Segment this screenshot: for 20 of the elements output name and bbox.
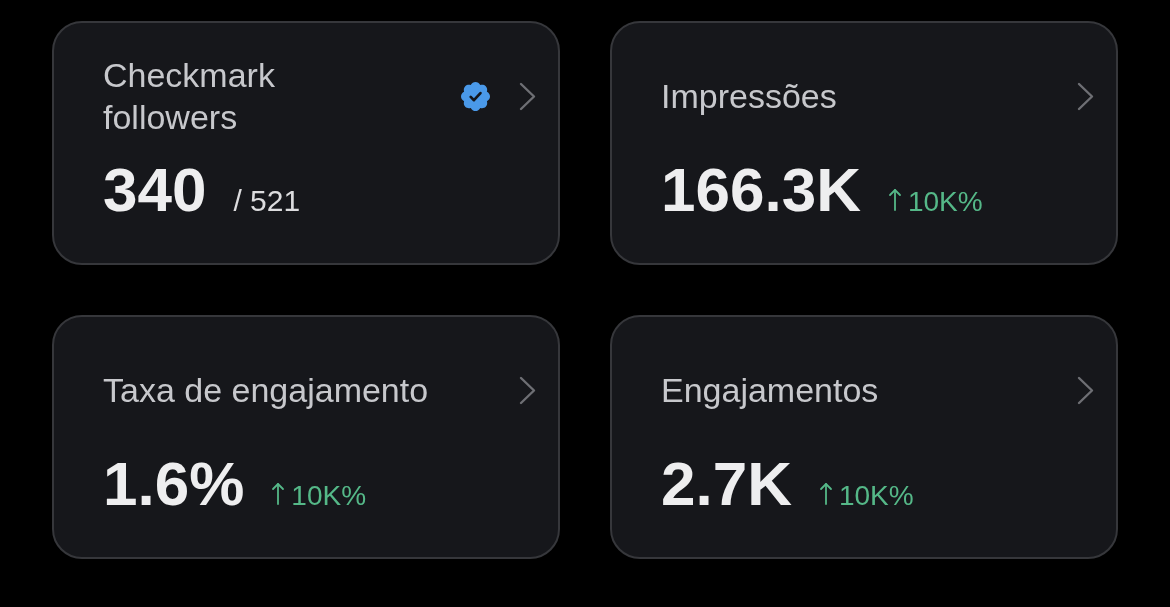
chevron-right-icon [1077,375,1095,405]
metric-card[interactable]: Taxa de engajamento 1.6% 10K% [52,315,560,559]
chevron-right-icon [1077,81,1095,111]
metric-value: 340 [103,159,207,221]
percent-change: 10K% [291,480,367,512]
card-title: Taxa de engajamento [103,370,429,411]
chevron-right-icon [519,375,537,405]
metric-value: 2.7K [661,453,792,515]
card-title: Checkmark followers [103,55,276,138]
metric-card[interactable]: Engajamentos 2.7K 10K% [610,315,1118,559]
metric-card[interactable]: Impressões 166.3K 10K% [610,21,1118,265]
chevron-right-icon [519,81,537,111]
percent-change: 10K% [907,186,983,218]
percent-change: 10K% [838,480,914,512]
card-title: Engajamentos [661,370,879,411]
card-title: Impressões [661,76,837,117]
metric-card[interactable]: Checkmark followers 340 / 521 [52,21,560,265]
metric-total: / 521 [233,184,301,218]
metric-value: 166.3K [661,159,861,221]
metric-value: 1.6% [103,453,245,515]
